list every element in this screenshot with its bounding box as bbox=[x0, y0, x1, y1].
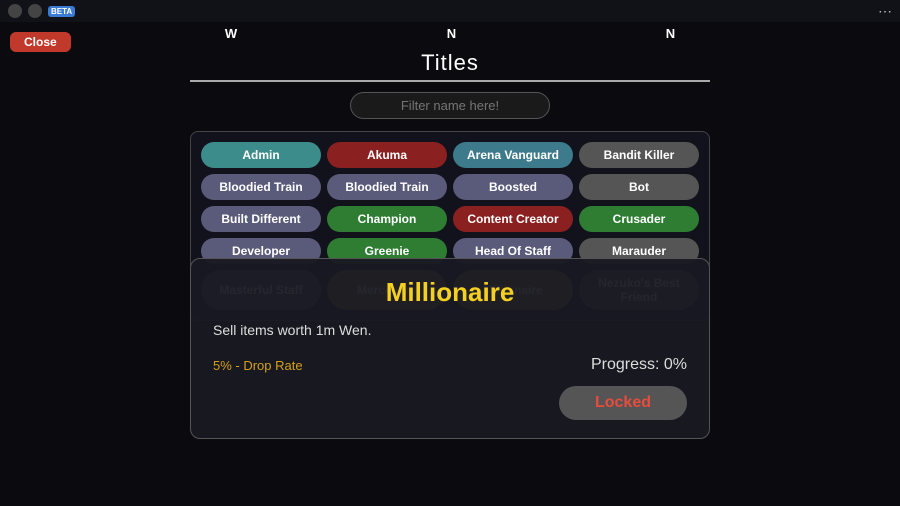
close-button[interactable]: Close bbox=[10, 32, 71, 52]
detail-description: Sell items worth 1m Wen. bbox=[213, 322, 687, 338]
title-btn[interactable]: Champion bbox=[327, 206, 447, 232]
panel-title: Titles bbox=[190, 50, 710, 82]
top-bar: BETA ⋯ bbox=[0, 0, 900, 22]
title-btn[interactable]: Bandit Killer bbox=[579, 142, 699, 168]
title-btn[interactable]: Admin bbox=[201, 142, 321, 168]
detail-bottom: 5% - Drop Rate Progress: 0% bbox=[213, 356, 687, 374]
detail-title: Millionaire bbox=[213, 277, 687, 308]
menu-icon[interactable]: ⋯ bbox=[878, 3, 892, 20]
roblox-icon2 bbox=[28, 4, 42, 18]
progress-text: Progress: 0% bbox=[591, 356, 687, 374]
title-btn[interactable]: Arena Vanguard bbox=[453, 142, 573, 168]
title-btn[interactable]: Built Different bbox=[201, 206, 321, 232]
roblox-icon bbox=[8, 4, 22, 18]
filter-input[interactable] bbox=[350, 92, 550, 119]
title-btn[interactable]: Bot bbox=[579, 174, 699, 200]
locked-button[interactable]: Locked bbox=[559, 386, 687, 420]
title-btn[interactable]: Bloodied Train bbox=[201, 174, 321, 200]
drop-rate: 5% - Drop Rate bbox=[213, 358, 303, 373]
title-btn[interactable]: Akuma bbox=[327, 142, 447, 168]
title-btn[interactable]: Content Creator bbox=[453, 206, 573, 232]
top-bar-left: BETA bbox=[8, 4, 75, 18]
title-btn[interactable]: Crusader bbox=[579, 206, 699, 232]
beta-badge: BETA bbox=[48, 6, 75, 17]
compass-row: W N N bbox=[0, 22, 900, 45]
compass-w: W bbox=[225, 26, 237, 41]
compass-n1: N bbox=[447, 26, 456, 41]
compass-n2: N bbox=[666, 26, 675, 41]
detail-panel: Millionaire Sell items worth 1m Wen. 5% … bbox=[190, 258, 710, 439]
title-btn[interactable]: Bloodied Train bbox=[327, 174, 447, 200]
title-btn[interactable]: Boosted bbox=[453, 174, 573, 200]
